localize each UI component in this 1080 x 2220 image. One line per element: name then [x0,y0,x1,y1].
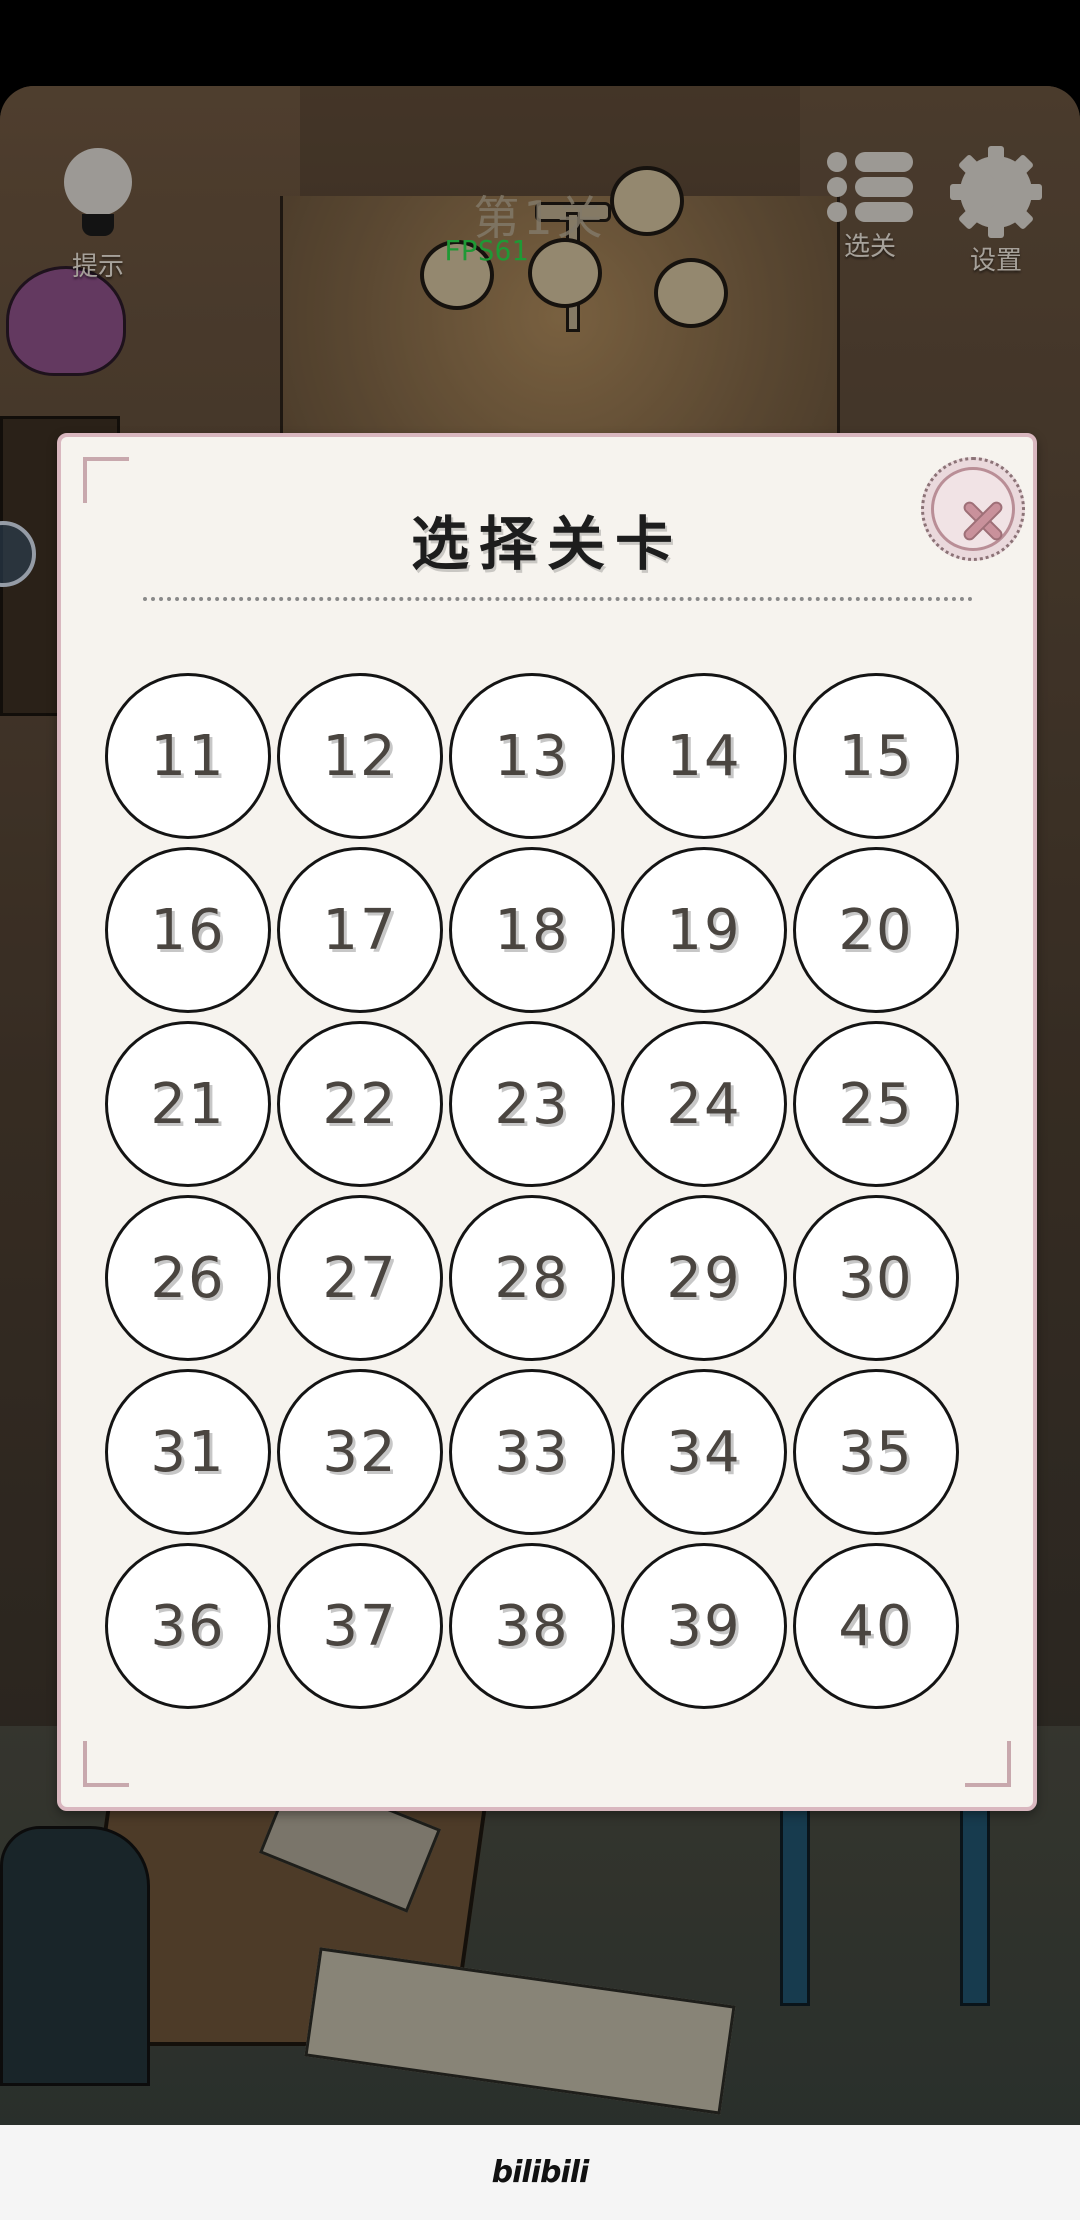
level-number: 18 [494,897,570,963]
level-number: 25 [838,1071,914,1137]
level-button[interactable]: 39 [621,1543,787,1709]
level-number: 20 [838,897,914,963]
level-number: 21 [150,1071,226,1137]
level-button[interactable]: 17 [277,847,443,1013]
level-button[interactable]: 16 [105,847,271,1013]
brand-logo: bilibili [491,2155,590,2190]
level-number: 19 [666,897,742,963]
level-button[interactable]: 27 [277,1195,443,1361]
level-button[interactable]: 32 [277,1369,443,1535]
level-button[interactable]: 33 [449,1369,615,1535]
watermark-bar: bilibili [0,2125,1080,2220]
level-button[interactable]: 36 [105,1543,271,1709]
level-button[interactable]: 18 [449,847,615,1013]
level-number: 22 [322,1071,398,1137]
level-number: 38 [494,1593,570,1659]
level-button[interactable]: 13 [449,673,615,839]
level-button[interactable]: 25 [793,1021,959,1187]
level-number: 37 [322,1593,398,1659]
level-grid-scroll[interactable]: 11 12 13 14 15 16 17 18 19 20 21 22 23 24 25 26 27 28 29 30… [105,673,975,1773]
level-number: 33 [494,1419,570,1485]
level-number: 28 [494,1245,570,1311]
level-select-dialog: 选择关卡 11 12 13 14 15 16 17 18 19 20 21 22 23 24 25 26 27 2… [57,433,1037,1811]
level-number: 34 [666,1419,742,1485]
level-number: 32 [322,1419,398,1485]
level-number: 29 [666,1245,742,1311]
level-button[interactable]: 40 [793,1543,959,1709]
level-number: 11 [150,723,226,789]
level-number: 30 [838,1245,914,1311]
level-number: 16 [150,897,226,963]
level-number: 12 [322,723,398,789]
level-button[interactable]: 24 [621,1021,787,1187]
level-button[interactable]: 11 [105,673,271,839]
level-number: 26 [150,1245,226,1311]
close-button[interactable] [921,457,1025,561]
level-button[interactable]: 12 [277,673,443,839]
level-number: 14 [666,723,742,789]
level-button[interactable]: 38 [449,1543,615,1709]
level-button[interactable]: 28 [449,1195,615,1361]
level-button[interactable]: 19 [621,847,787,1013]
level-button[interactable]: 26 [105,1195,271,1361]
level-button[interactable]: 30 [793,1195,959,1361]
level-button[interactable]: 29 [621,1195,787,1361]
title-divider [143,597,973,601]
level-button[interactable]: 31 [105,1369,271,1535]
level-number: 35 [838,1419,914,1485]
level-button[interactable]: 23 [449,1021,615,1187]
level-number: 39 [666,1593,742,1659]
level-number: 31 [150,1419,226,1485]
level-number: 27 [322,1245,398,1311]
level-button[interactable]: 35 [793,1369,959,1535]
level-number: 24 [666,1071,742,1137]
dialog-title: 选择关卡 [410,510,683,578]
level-number: 36 [150,1593,226,1659]
level-number: 17 [322,897,398,963]
level-button[interactable]: 15 [793,673,959,839]
level-button[interactable]: 14 [621,673,787,839]
level-grid: 11 12 13 14 15 16 17 18 19 20 21 22 23 24 25 26 27 28 29 30… [105,673,961,1711]
status-area [0,0,1080,86]
level-number: 15 [838,723,914,789]
level-button[interactable]: 37 [277,1543,443,1709]
level-button[interactable]: 22 [277,1021,443,1187]
close-icon [931,467,1015,551]
level-number: 40 [838,1593,914,1659]
level-number: 13 [494,723,570,789]
level-button[interactable]: 20 [793,847,959,1013]
level-button[interactable]: 21 [105,1021,271,1187]
level-number: 23 [494,1071,570,1137]
level-button[interactable]: 34 [621,1369,787,1535]
